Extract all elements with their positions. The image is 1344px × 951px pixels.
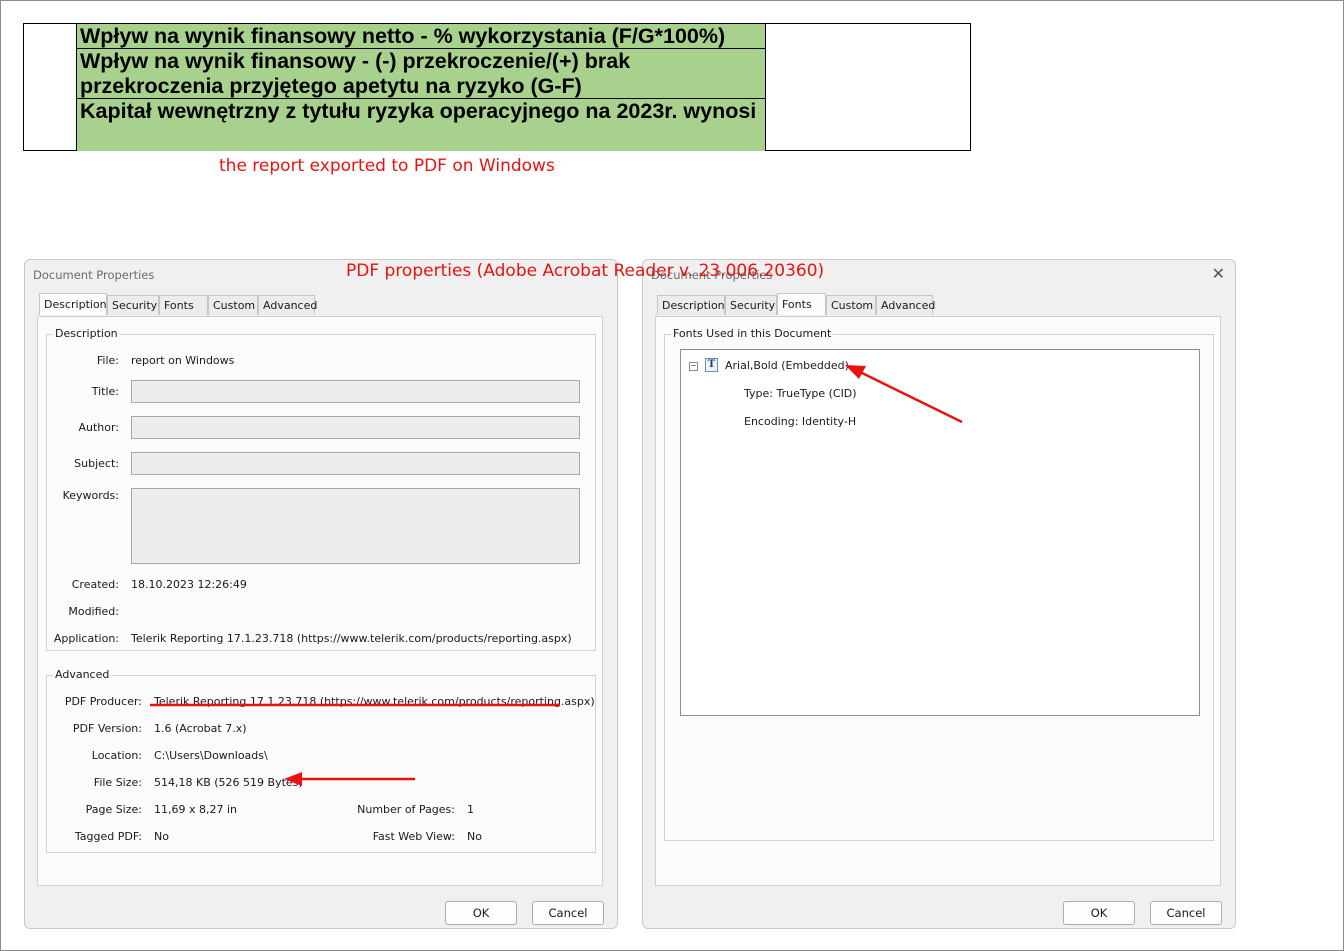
producer-label: PDF Producer: <box>64 695 142 708</box>
tab-advanced[interactable]: Advanced <box>258 295 317 315</box>
subject-field[interactable] <box>131 452 580 475</box>
tab-custom[interactable]: Custom <box>826 295 876 315</box>
file-label: File: <box>96 354 119 367</box>
page-size-value: 11,69 x 8,27 in <box>154 803 238 816</box>
report-table: Wpływ na wynik finansowy netto - % wykor… <box>23 23 971 151</box>
tab-fonts[interactable]: Fonts <box>159 295 208 315</box>
keywords-label: Keywords: <box>62 489 119 502</box>
modified-label: Modified: <box>68 605 119 618</box>
tab-custom[interactable]: Custom <box>208 295 258 315</box>
subject-label: Subject: <box>74 457 119 470</box>
application-value: Telerik Reporting 17.1.23.718 (https://w… <box>131 632 572 645</box>
tab-description[interactable]: Description <box>657 295 725 315</box>
title-label: Title: <box>91 385 119 398</box>
pdf-version-label: PDF Version: <box>72 722 142 735</box>
keywords-field[interactable] <box>131 488 580 564</box>
tagged-pdf-label: Tagged PDF: <box>74 830 142 843</box>
cancel-button[interactable]: Cancel <box>532 901 604 925</box>
ok-button[interactable]: OK <box>1063 901 1135 925</box>
tagged-pdf-value: No <box>154 830 169 843</box>
font-encoding: Encoding: Identity-H <box>744 415 857 428</box>
dialog-title: Document Properties <box>33 268 155 282</box>
author-label: Author: <box>78 421 119 434</box>
location-value: C:\Users\Downloads\ <box>154 749 268 762</box>
author-field[interactable] <box>131 416 580 439</box>
fonts-panel: Fonts Used in this Document − T Arial,Bo… <box>655 316 1221 886</box>
cancel-button[interactable]: Cancel <box>1150 901 1222 925</box>
page-size-label: Page Size: <box>85 803 142 816</box>
description-group: Description File: report on Windows Titl… <box>46 327 596 651</box>
tab-security[interactable]: Security <box>107 295 159 315</box>
properties-caption: PDF properties (Adobe Acrobat Reader v. … <box>346 261 825 281</box>
fast-web-view-value: No <box>467 830 482 843</box>
font-type: Type: TrueType (CID) <box>744 387 857 400</box>
tab-description[interactable]: Description <box>39 293 107 315</box>
export-caption: the report exported to PDF on Windows <box>219 156 555 176</box>
collapse-icon[interactable]: − <box>689 362 698 371</box>
file-size-label: File Size: <box>93 776 142 789</box>
title-field[interactable] <box>131 380 580 403</box>
location-label: Location: <box>91 749 142 762</box>
tab-advanced[interactable]: Advanced <box>876 295 935 315</box>
file-size-value: 514,18 KB (526 519 Bytes) <box>154 776 303 789</box>
description-panel: Description File: report on Windows Titl… <box>37 316 603 886</box>
fonts-group: Fonts Used in this Document − T Arial,Bo… <box>664 327 1214 841</box>
producer-value: Telerik Reporting 17.1.23.718 (https://w… <box>154 695 595 708</box>
document-properties-dialog-fonts: Document Properties ✕ Description Securi… <box>642 259 1236 929</box>
pages-value: 1 <box>467 803 474 816</box>
report-row-capital: Kapitał wewnętrzny z tytułu ryzyka opera… <box>76 99 766 151</box>
fast-web-view-label: Fast Web View: <box>372 830 455 843</box>
report-row-appetite: Wpływ na wynik finansowy - (-) przekrocz… <box>76 49 766 99</box>
file-value: report on Windows <box>131 354 235 367</box>
application-label: Application: <box>53 632 119 645</box>
close-icon[interactable]: ✕ <box>1212 264 1225 283</box>
font-entry[interactable]: Arial,Bold (Embedded) <box>725 359 849 372</box>
tab-fonts[interactable]: Fonts <box>777 293 826 315</box>
fonts-group-label: Fonts Used in this Document <box>671 327 834 340</box>
report-row-usage: Wpływ na wynik finansowy netto - % wykor… <box>76 24 766 49</box>
pages-label: Number of Pages: <box>357 803 455 816</box>
description-group-label: Description <box>53 327 120 340</box>
advanced-group-label: Advanced <box>53 668 112 681</box>
created-label: Created: <box>71 578 119 591</box>
created-value: 18.10.2023 12:26:49 <box>131 578 247 591</box>
pdf-version-value: 1.6 (Acrobat 7.x) <box>154 722 247 735</box>
ok-button[interactable]: OK <box>445 901 517 925</box>
advanced-group: Advanced PDF Producer: Telerik Reporting… <box>46 668 596 853</box>
truetype-font-icon: T <box>705 358 718 372</box>
tab-security[interactable]: Security <box>725 295 777 315</box>
font-list[interactable]: − T Arial,Bold (Embedded) Type: TrueType… <box>680 349 1200 716</box>
document-properties-dialog-description: Document Properties Description Security… <box>24 259 618 929</box>
